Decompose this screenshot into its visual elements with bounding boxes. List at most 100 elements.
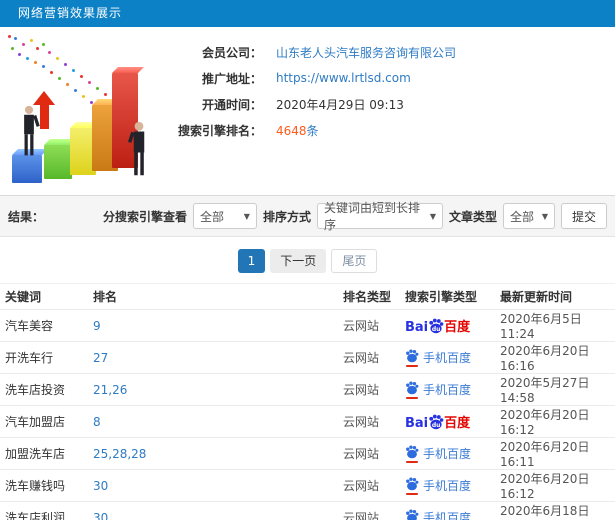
businessman-figure-left (24, 105, 40, 156)
col-updated: 最新更新时间 (495, 283, 615, 310)
updated-cell: 2020年6月5日 11:24 (495, 309, 615, 342)
rank-unit: 条 (306, 123, 319, 138)
engine-select[interactable]: 全部 ▼ (192, 203, 257, 229)
rank-type-cell: 云网站 (338, 341, 400, 374)
mobile-baidu-paw-icon (406, 509, 419, 520)
updated-cell: 2020年5月27日 14:58 (495, 373, 615, 406)
promo-url-link[interactable]: https://www.lrtlsd.com (276, 71, 411, 85)
engine-rank-value: 4648条 (276, 122, 319, 139)
table-row: 开洗车行 27 云网站 Bai du 百度 (0, 341, 615, 374)
mobile-baidu-logo: 手机百度 (405, 445, 471, 464)
mobile-baidu-logo: 手机百度 (405, 349, 471, 368)
keyword-cell: 开洗车行 (0, 341, 88, 374)
submit-button[interactable]: 提交 (560, 203, 607, 229)
next-page-button[interactable]: 下一页 (270, 249, 327, 273)
table-row: 汽车加盟店 8 云网站 Bai du 百度 2020年6月20日 16:12 (0, 405, 615, 438)
rank-link[interactable]: 9 (88, 309, 338, 342)
keyword-cell: 洗车店利润 (0, 501, 88, 520)
mobile-baidu-logo: 手机百度 (405, 477, 471, 496)
sort-select-value: 关键词由短到长排序 (323, 201, 420, 232)
baidu-logo: Bai du 百度 (405, 414, 471, 431)
col-rank-type: 排名类型 (338, 283, 400, 310)
company-label: 会员公司： (201, 45, 262, 60)
col-keyword: 关键词 (0, 283, 88, 310)
page-1-button[interactable]: 1 (237, 249, 266, 273)
rank-type-cell: 云网站 (338, 469, 400, 502)
engine-cell: Bai du 百度 (400, 373, 495, 406)
company-name-link[interactable]: 山东老人头汽车服务咨询有限公司 (276, 44, 456, 61)
updated-cell: 2020年6月20日 16:11 (495, 437, 615, 470)
updated-cell: 2020年6月20日 16:12 (495, 405, 615, 438)
page-title: 网络营销效果展示 (18, 6, 123, 20)
table-row: 洗车店投资 21,26 云网站 Bai du 百度 (0, 373, 615, 406)
result-label: 结果： (8, 209, 45, 224)
engine-cell: Bai du 百度 (400, 501, 495, 520)
type-select[interactable]: 全部 ▼ (502, 203, 555, 229)
type-select-value: 全部 (509, 209, 534, 224)
engine-filter-label: 分搜索引擎查看 (102, 209, 187, 224)
company-info: 会员公司： 山东老人头汽车服务咨询有限公司 推广地址： https://www.… (172, 27, 615, 143)
engine-cell: Bai du 百度 (400, 405, 495, 438)
keyword-cell: 加盟洗车店 (0, 437, 88, 470)
sort-filter-label: 排序方式 (262, 209, 311, 224)
last-page-button[interactable]: 尾页 (331, 249, 378, 273)
rank-link[interactable]: 21,26 (88, 373, 338, 406)
mobile-baidu-paw-icon (406, 477, 419, 491)
results-table: 关键词 排名 排名类型 搜索引擎类型 最新更新时间 汽车美容 9 云网站 Bai (0, 283, 615, 520)
chart-bar-blue (12, 155, 42, 183)
table-header-row: 关键词 排名 排名类型 搜索引擎类型 最新更新时间 (0, 283, 615, 310)
filter-bar: 结果： 分搜索引擎查看 全部 ▼ 排序方式 关键词由短到长排序 ▼ 文章类型 全… (0, 195, 615, 237)
open-time-value: 2020年4月29日 09:13 (276, 97, 404, 112)
keyword-cell: 汽车美容 (0, 309, 88, 342)
sort-select[interactable]: 关键词由短到长排序 ▼ (316, 201, 443, 232)
keyword-cell: 洗车赚钱吗 (0, 469, 88, 502)
updated-cell: 2020年6月18日 14:27 (495, 501, 615, 520)
updated-cell: 2020年6月20日 16:16 (495, 341, 615, 374)
baidu-logo: Bai du 百度 (405, 318, 471, 335)
table-row: 加盟洗车店 25,28,28 云网站 Bai du 百度 (0, 437, 615, 470)
confetti-decoration (8, 35, 11, 38)
mobile-baidu-logo: 手机百度 (405, 381, 471, 400)
rank-count: 4648 (276, 123, 307, 138)
rank-link[interactable]: 8 (88, 405, 338, 438)
type-filter-label: 文章类型 (448, 209, 497, 224)
engine-cell: Bai du 百度 (400, 469, 495, 502)
chevron-down-icon: ▼ (243, 211, 250, 221)
rank-type-cell: 云网站 (338, 309, 400, 342)
pagination: 1 下一页 尾页 (0, 249, 615, 273)
rank-type-cell: 云网站 (338, 501, 400, 520)
engine-rank-label: 搜索引擎排名： (177, 123, 262, 138)
businessman-figure-right (128, 121, 145, 176)
updated-cell: 2020年6月20日 16:12 (495, 469, 615, 502)
keyword-cell: 洗车店投资 (0, 373, 88, 406)
rank-link[interactable]: 27 (88, 341, 338, 374)
promo-url-label: 推广地址： (201, 71, 262, 86)
engine-cell: Bai du 百度 (400, 309, 495, 342)
table-row: 洗车店利润 30 云网站 Bai du 百度 (0, 501, 615, 520)
open-time-label: 开通时间： (201, 97, 262, 112)
mobile-baidu-paw-icon (406, 381, 419, 395)
col-rank: 排名 (88, 283, 338, 310)
info-section: 会员公司： 山东老人头汽车服务咨询有限公司 推广地址： https://www.… (0, 27, 615, 195)
rank-link[interactable]: 30 (88, 501, 338, 520)
keyword-cell: 汽车加盟店 (0, 405, 88, 438)
rank-type-cell: 云网站 (338, 437, 400, 470)
engine-select-value: 全部 (199, 209, 224, 224)
chevron-down-icon: ▼ (429, 211, 436, 221)
page-header: 网络营销效果展示 (0, 0, 615, 27)
growth-chart-illustration (0, 31, 170, 193)
rank-type-cell: 云网站 (338, 373, 400, 406)
rank-type-cell: 云网站 (338, 405, 400, 438)
chevron-down-icon: ▼ (541, 211, 548, 221)
chart-bar-green (44, 145, 72, 179)
rank-link[interactable]: 25,28,28 (88, 437, 338, 470)
col-engine-type: 搜索引擎类型 (400, 283, 495, 310)
rank-link[interactable]: 30 (88, 469, 338, 502)
table-row: 洗车赚钱吗 30 云网站 Bai du 百度 (0, 469, 615, 502)
mobile-baidu-paw-icon (406, 349, 419, 363)
engine-cell: Bai du 百度 (400, 437, 495, 470)
engine-cell: Bai du 百度 (400, 341, 495, 374)
mobile-baidu-paw-icon (406, 445, 419, 459)
table-row: 汽车美容 9 云网站 Bai du 百度 2020年6月5日 11:24 (0, 309, 615, 342)
mobile-baidu-logo: 手机百度 (405, 509, 471, 520)
